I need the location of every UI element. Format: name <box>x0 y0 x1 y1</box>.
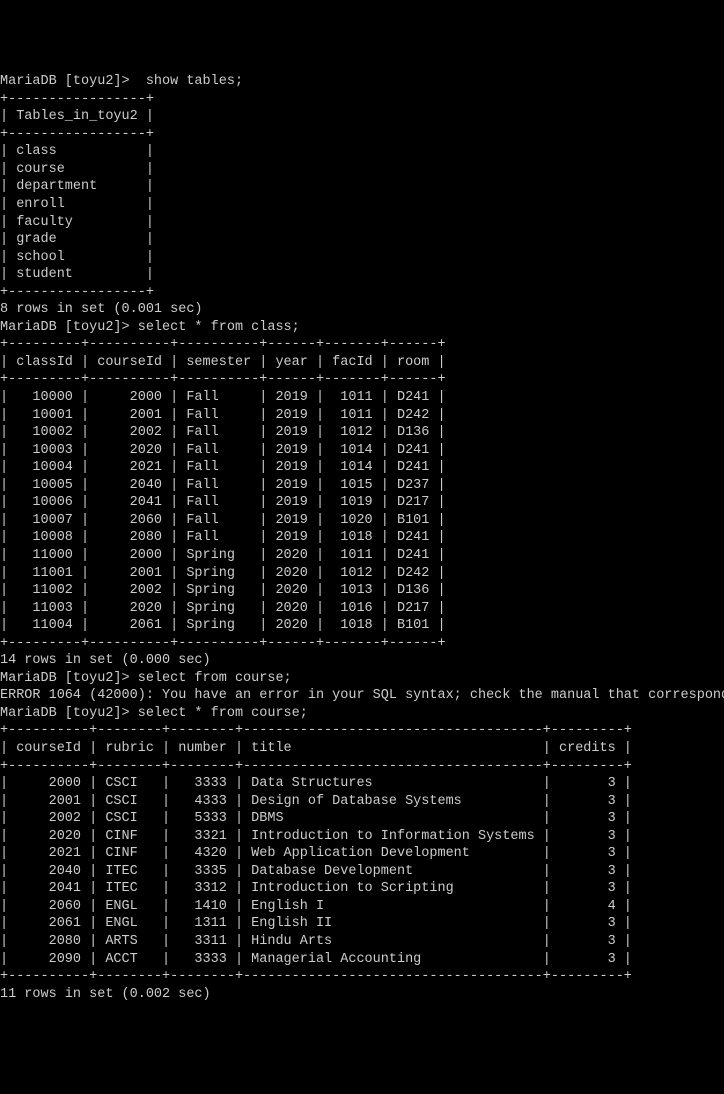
table-row: | class | <box>0 143 724 161</box>
table-border: +-----------------+ <box>0 126 724 144</box>
table-row: | 2001 | CSCI | 4333 | Design of Databas… <box>0 793 724 811</box>
table-row: | faculty | <box>0 214 724 232</box>
table-row: | 10008 | 2080 | Fall | 2019 | 1018 | D2… <box>0 529 724 547</box>
table-header: | classId | courseId | semester | year |… <box>0 354 724 372</box>
result-footer: 14 rows in set (0.000 sec) <box>0 652 724 670</box>
table-row: | student | <box>0 266 724 284</box>
table-border: +----------+--------+--------+----------… <box>0 968 724 986</box>
table-row: | 2080 | ARTS | 3311 | Hindu Arts | 3 | <box>0 933 724 951</box>
table-row: | 10006 | 2041 | Fall | 2019 | 1019 | D2… <box>0 494 724 512</box>
table-row: | 10001 | 2001 | Fall | 2019 | 1011 | D2… <box>0 407 724 425</box>
table-row: | course | <box>0 161 724 179</box>
terminal-output: MariaDB [toyu2]> show tables;+----------… <box>0 73 724 1003</box>
table-row: | 10007 | 2060 | Fall | 2019 | 1020 | B1… <box>0 512 724 530</box>
table-row: | 2040 | ITEC | 3335 | Database Developm… <box>0 863 724 881</box>
prompt-line[interactable]: MariaDB [toyu2]> select * from class; <box>0 319 724 337</box>
table-row: | grade | <box>0 231 724 249</box>
table-row: | 2041 | ITEC | 3312 | Introduction to S… <box>0 880 724 898</box>
table-border: +---------+----------+----------+------+… <box>0 336 724 354</box>
result-footer: 11 rows in set (0.002 sec) <box>0 986 724 1004</box>
table-row: | 2021 | CINF | 4320 | Web Application D… <box>0 845 724 863</box>
table-row: | 11001 | 2001 | Spring | 2020 | 1012 | … <box>0 565 724 583</box>
table-border: +-----------------+ <box>0 91 724 109</box>
table-row: | 11004 | 2061 | Spring | 2020 | 1018 | … <box>0 617 724 635</box>
result-footer: 8 rows in set (0.001 sec) <box>0 301 724 319</box>
table-row: | 10003 | 2020 | Fall | 2019 | 1014 | D2… <box>0 442 724 460</box>
table-row: | 2000 | CSCI | 3333 | Data Structures |… <box>0 775 724 793</box>
prompt-line[interactable]: MariaDB [toyu2]> select from course; <box>0 670 724 688</box>
table-border: +----------+--------+--------+----------… <box>0 758 724 776</box>
prompt-line[interactable]: MariaDB [toyu2]> select * from course; <box>0 705 724 723</box>
table-row: | 10005 | 2040 | Fall | 2019 | 1015 | D2… <box>0 477 724 495</box>
table-row: | 10000 | 2000 | Fall | 2019 | 1011 | D2… <box>0 389 724 407</box>
table-border: +-----------------+ <box>0 284 724 302</box>
table-row: | 11002 | 2002 | Spring | 2020 | 1013 | … <box>0 582 724 600</box>
table-row: | 2090 | ACCT | 3333 | Managerial Accoun… <box>0 951 724 969</box>
table-row: | department | <box>0 178 724 196</box>
table-row: | 2020 | CINF | 3321 | Introduction to I… <box>0 828 724 846</box>
table-row: | 10002 | 2002 | Fall | 2019 | 1012 | D1… <box>0 424 724 442</box>
table-border: +---------+----------+----------+------+… <box>0 371 724 389</box>
table-row: | enroll | <box>0 196 724 214</box>
table-header: | Tables_in_toyu2 | <box>0 108 724 126</box>
table-row: | 10004 | 2021 | Fall | 2019 | 1014 | D2… <box>0 459 724 477</box>
table-row: | school | <box>0 249 724 267</box>
table-border: +---------+----------+----------+------+… <box>0 635 724 653</box>
table-row: | 11000 | 2000 | Spring | 2020 | 1011 | … <box>0 547 724 565</box>
table-row: | 2002 | CSCI | 5333 | DBMS | 3 | <box>0 810 724 828</box>
table-row: | 2060 | ENGL | 1410 | English I | 4 | <box>0 898 724 916</box>
prompt-line[interactable]: MariaDB [toyu2]> show tables; <box>0 73 724 91</box>
error-line: ERROR 1064 (42000): You have an error in… <box>0 687 724 705</box>
table-border: +----------+--------+--------+----------… <box>0 722 724 740</box>
table-header: | courseId | rubric | number | title | c… <box>0 740 724 758</box>
table-row: | 11003 | 2020 | Spring | 2020 | 1016 | … <box>0 600 724 618</box>
table-row: | 2061 | ENGL | 1311 | English II | 3 | <box>0 915 724 933</box>
